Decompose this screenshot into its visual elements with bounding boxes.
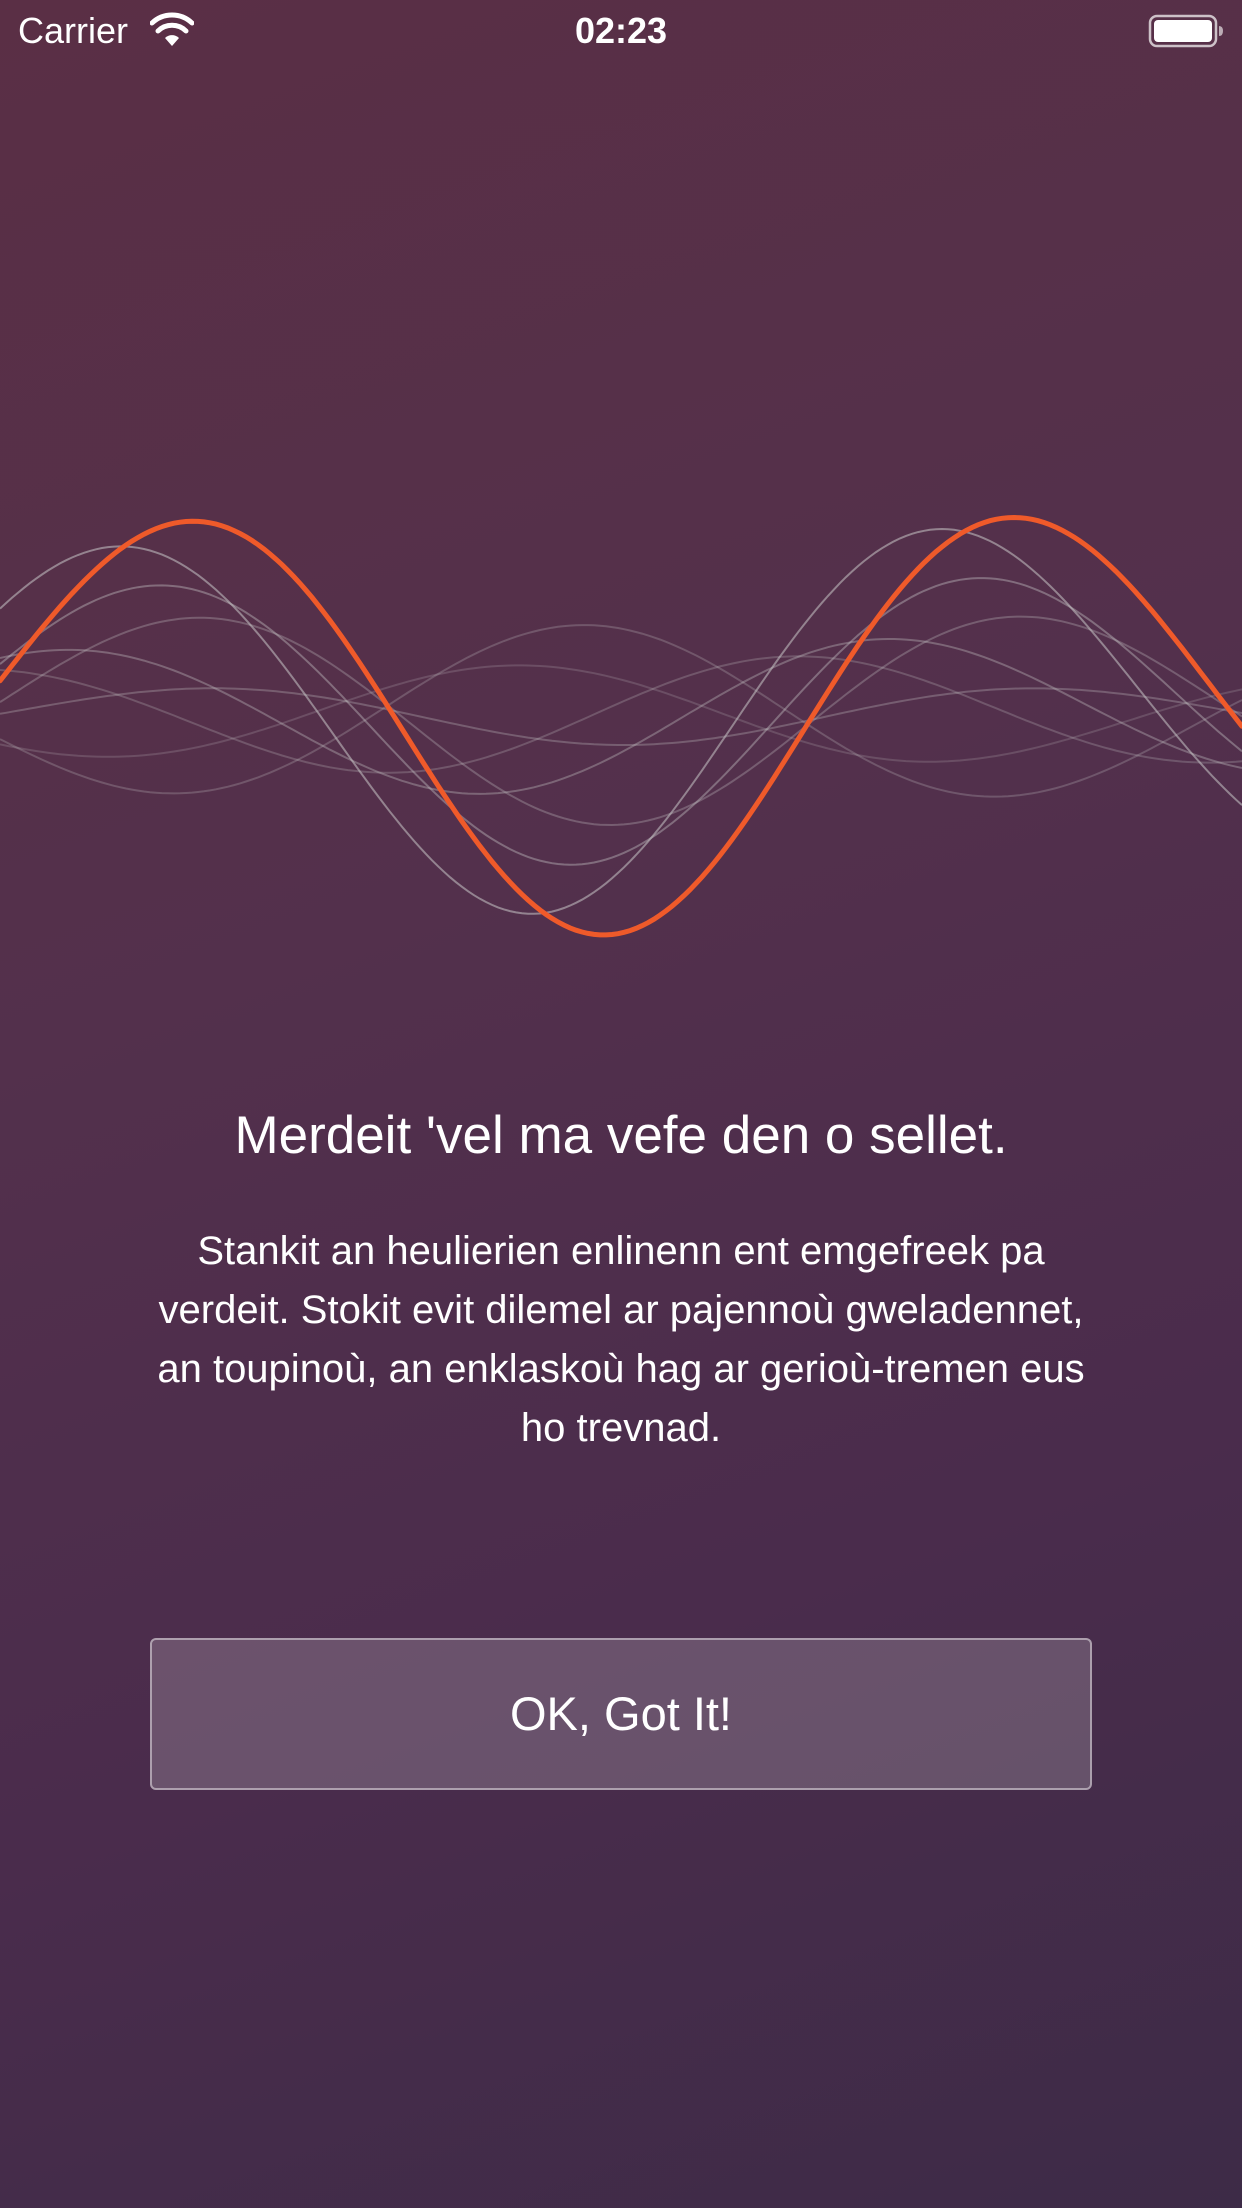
- waveform-accent-line: [0, 514, 1242, 938]
- status-bar: Carrier 02:23: [0, 0, 1242, 62]
- waveform-faint-line: [0, 655, 1242, 774]
- onboarding-title: Merdeit 'vel ma vefe den o sellet.: [234, 1106, 1008, 1165]
- status-time: 02:23: [574, 10, 668, 51]
- waveform-lines: [0, 514, 1242, 938]
- ok-got-it-button[interactable]: OK, Got It!: [150, 1638, 1092, 1790]
- battery-icon: [1148, 14, 1224, 48]
- waveform-faint-line: [0, 687, 1242, 746]
- audio-waveform-graphic: [0, 514, 1242, 938]
- waveform-faint-line: [0, 624, 1242, 798]
- waveform-faint-line: [0, 664, 1242, 763]
- onboarding-description: Stankit an heulierien enlinenn ent emgef…: [157, 1229, 1085, 1450]
- waveform-faint-line: [0, 638, 1242, 795]
